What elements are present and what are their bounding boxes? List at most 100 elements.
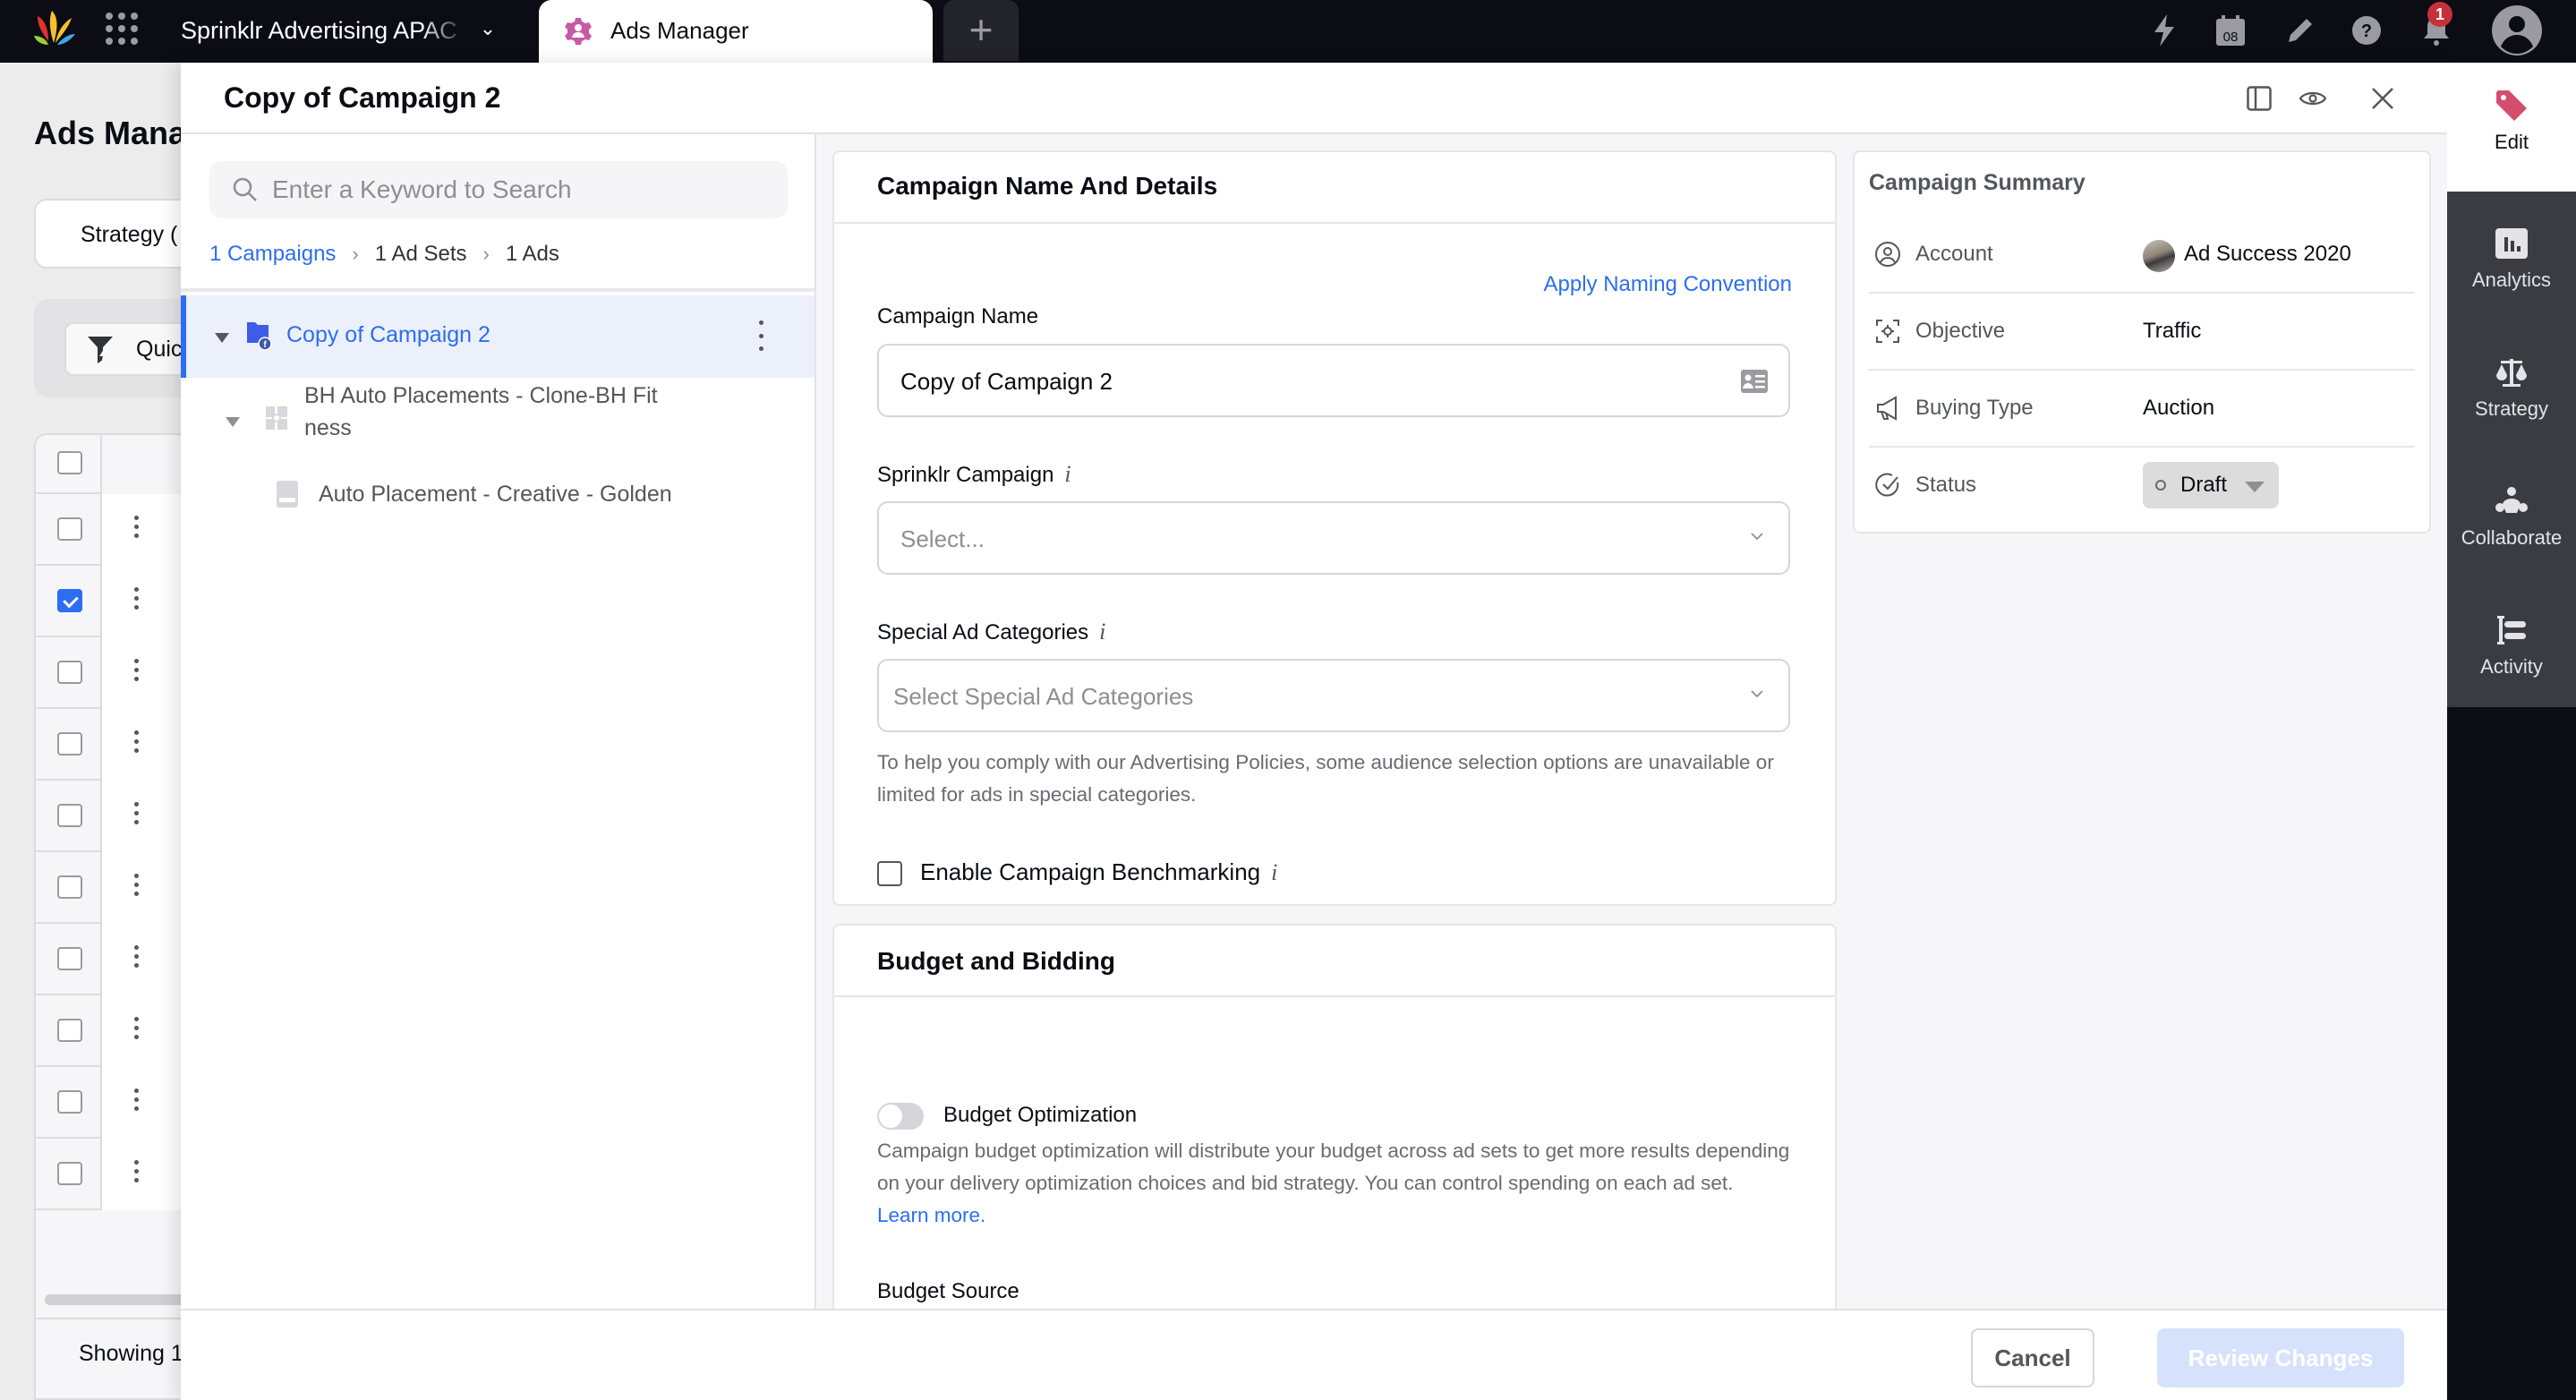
caret-down-icon (2245, 482, 2265, 492)
row-checkbox[interactable] (57, 732, 82, 755)
info-icon[interactable]: i (1099, 619, 1105, 645)
summary-key: Account (1915, 242, 1993, 266)
user-avatar-icon[interactable] (2490, 4, 2544, 57)
section-header: Budget and Bidding (834, 926, 1835, 997)
row-checkbox[interactable] (57, 875, 82, 899)
node-menu-icon[interactable] (756, 320, 765, 351)
drawer-title: Copy of Campaign 2 (224, 81, 501, 114)
app-launcher-icon[interactable] (106, 13, 138, 45)
new-tab-button[interactable]: + (943, 0, 1019, 61)
contact-card-icon[interactable] (1740, 369, 1769, 394)
campaign-summary-card: Campaign Summary Account Ad Success 2020… (1853, 150, 2431, 534)
row-checkbox[interactable] (57, 589, 82, 612)
calendar-icon[interactable]: 08 (2211, 11, 2250, 50)
row-menu-icon[interactable] (134, 802, 140, 829)
row-checkbox[interactable] (57, 1090, 82, 1114)
row-checkbox[interactable] (57, 804, 82, 827)
collapse-triangle-icon[interactable] (226, 417, 240, 427)
rail-label: Analytics (2471, 269, 2552, 291)
benchmarking-checkbox[interactable] (877, 861, 902, 886)
tree-node-campaign[interactable]: f Copy of Campaign 2 (181, 295, 815, 378)
chevron-right-icon: › (352, 243, 359, 265)
special-ad-categories-select[interactable]: Select Special Ad Categories (877, 659, 1790, 732)
account-icon (1875, 242, 1900, 267)
row-checkbox[interactable] (57, 517, 82, 541)
tree-search (209, 161, 788, 218)
apply-naming-convention-link[interactable]: Apply Naming Convention (1544, 270, 1793, 299)
row-menu-icon[interactable] (134, 945, 140, 972)
megaphone-icon (1877, 396, 1897, 421)
rail-label: Edit (2495, 131, 2529, 153)
tree-node-ad[interactable]: Auto Placement - Creative - Golden (181, 469, 815, 523)
chevron-down-icon (1751, 690, 1763, 698)
row-menu-icon[interactable] (134, 659, 140, 686)
lightning-icon[interactable] (2145, 11, 2184, 50)
tree-node-ad-set[interactable]: BH Auto Placements - Clone-BH Fit ness (181, 378, 815, 455)
campaign-details-section: Campaign Name And Details Apply Naming C… (832, 150, 1837, 906)
background-page-title: Ads Mana (34, 115, 187, 151)
row-menu-icon[interactable] (134, 1017, 140, 1044)
row-checkbox[interactable] (57, 1162, 82, 1185)
rail-item-analytics[interactable]: Analytics (2447, 213, 2576, 320)
summary-row-objective: Objective Traffic (1869, 294, 2415, 371)
row-menu-icon[interactable] (134, 730, 140, 757)
row-menu-icon[interactable] (134, 1160, 140, 1187)
divider (181, 288, 815, 292)
budget-bidding-section: Budget and Bidding Budget Optimization C… (832, 924, 1837, 1389)
row-checkbox[interactable] (57, 947, 82, 970)
budget-optimization-toggle[interactable] (877, 1103, 924, 1130)
close-icon[interactable] (2365, 81, 2401, 116)
analytics-icon (2494, 226, 2529, 261)
sprinklr-logo-icon[interactable] (32, 9, 77, 48)
chevron-down-icon (1751, 533, 1763, 541)
section-header: Campaign Name And Details (834, 152, 1835, 224)
select-all-checkbox[interactable] (57, 451, 82, 474)
tree-node-label: Auto Placement - Creative - Golden (319, 482, 672, 507)
pencil-icon[interactable] (2281, 11, 2320, 50)
row-checkbox[interactable] (57, 661, 82, 684)
row-menu-icon[interactable] (134, 1088, 140, 1115)
collapse-triangle-icon[interactable] (215, 333, 229, 343)
rail-label: Activity (2480, 655, 2543, 678)
preview-icon[interactable] (2295, 81, 2331, 116)
section-title: Budget and Bidding (877, 947, 1115, 975)
tab-ads-manager[interactable]: Ads Manager (539, 0, 933, 63)
section-title: Campaign Name And Details (877, 172, 1218, 200)
search-icon (233, 177, 257, 201)
review-changes-button[interactable]: Review Changes (2157, 1328, 2404, 1387)
sprinklr-campaign-select[interactable]: Select... (877, 501, 1790, 575)
row-menu-icon[interactable] (134, 874, 140, 901)
ads-manager-gear-icon (565, 18, 592, 45)
rail-item-edit[interactable]: Edit (2447, 63, 2576, 193)
split-view-icon[interactable] (2241, 81, 2277, 116)
info-icon[interactable]: i (1064, 461, 1070, 487)
rail-item-collaborate[interactable]: Collaborate (2447, 471, 2576, 578)
rail-item-strategy[interactable]: Strategy (2447, 342, 2576, 449)
breadcrumb-campaigns[interactable]: 1 Campaigns (209, 240, 336, 269)
summary-value: Auction (2143, 396, 2215, 420)
info-icon[interactable]: i (1271, 859, 1277, 885)
ad-creative-icon (277, 481, 298, 508)
tree-node-label: Copy of Campaign 2 (286, 322, 490, 347)
balance-scale-icon (2494, 354, 2529, 390)
summary-key: Buying Type (1915, 396, 2034, 420)
chevron-down-icon[interactable]: ⌄ (474, 13, 501, 45)
rail-empty-area (2447, 707, 2576, 1400)
rail-item-activity[interactable]: Activity (2447, 600, 2576, 707)
campaign-name-field[interactable]: Copy of Campaign 2 (877, 344, 1790, 417)
account-avatar (2143, 240, 2175, 272)
status-dropdown[interactable]: Draft (2143, 462, 2279, 508)
summary-row-buying-type: Buying Type Auction (1869, 371, 2415, 448)
row-menu-icon[interactable] (134, 516, 140, 542)
summary-row-account: Account Ad Success 2020 (1869, 217, 2415, 294)
breadcrumb-ad-sets[interactable]: 1 Ad Sets (375, 240, 467, 269)
campaign-folder-icon: f (247, 322, 272, 351)
breadcrumb-ads[interactable]: 1 Ads (506, 240, 559, 269)
learn-more-link[interactable]: Learn more. (877, 1204, 985, 1226)
help-icon[interactable]: ? (2347, 11, 2386, 50)
drawer-footer: Cancel Review Changes (181, 1309, 2447, 1400)
row-checkbox[interactable] (57, 1019, 82, 1042)
cancel-button[interactable]: Cancel (1971, 1328, 2094, 1387)
row-menu-icon[interactable] (134, 587, 140, 614)
tree-search-input[interactable] (272, 161, 773, 218)
